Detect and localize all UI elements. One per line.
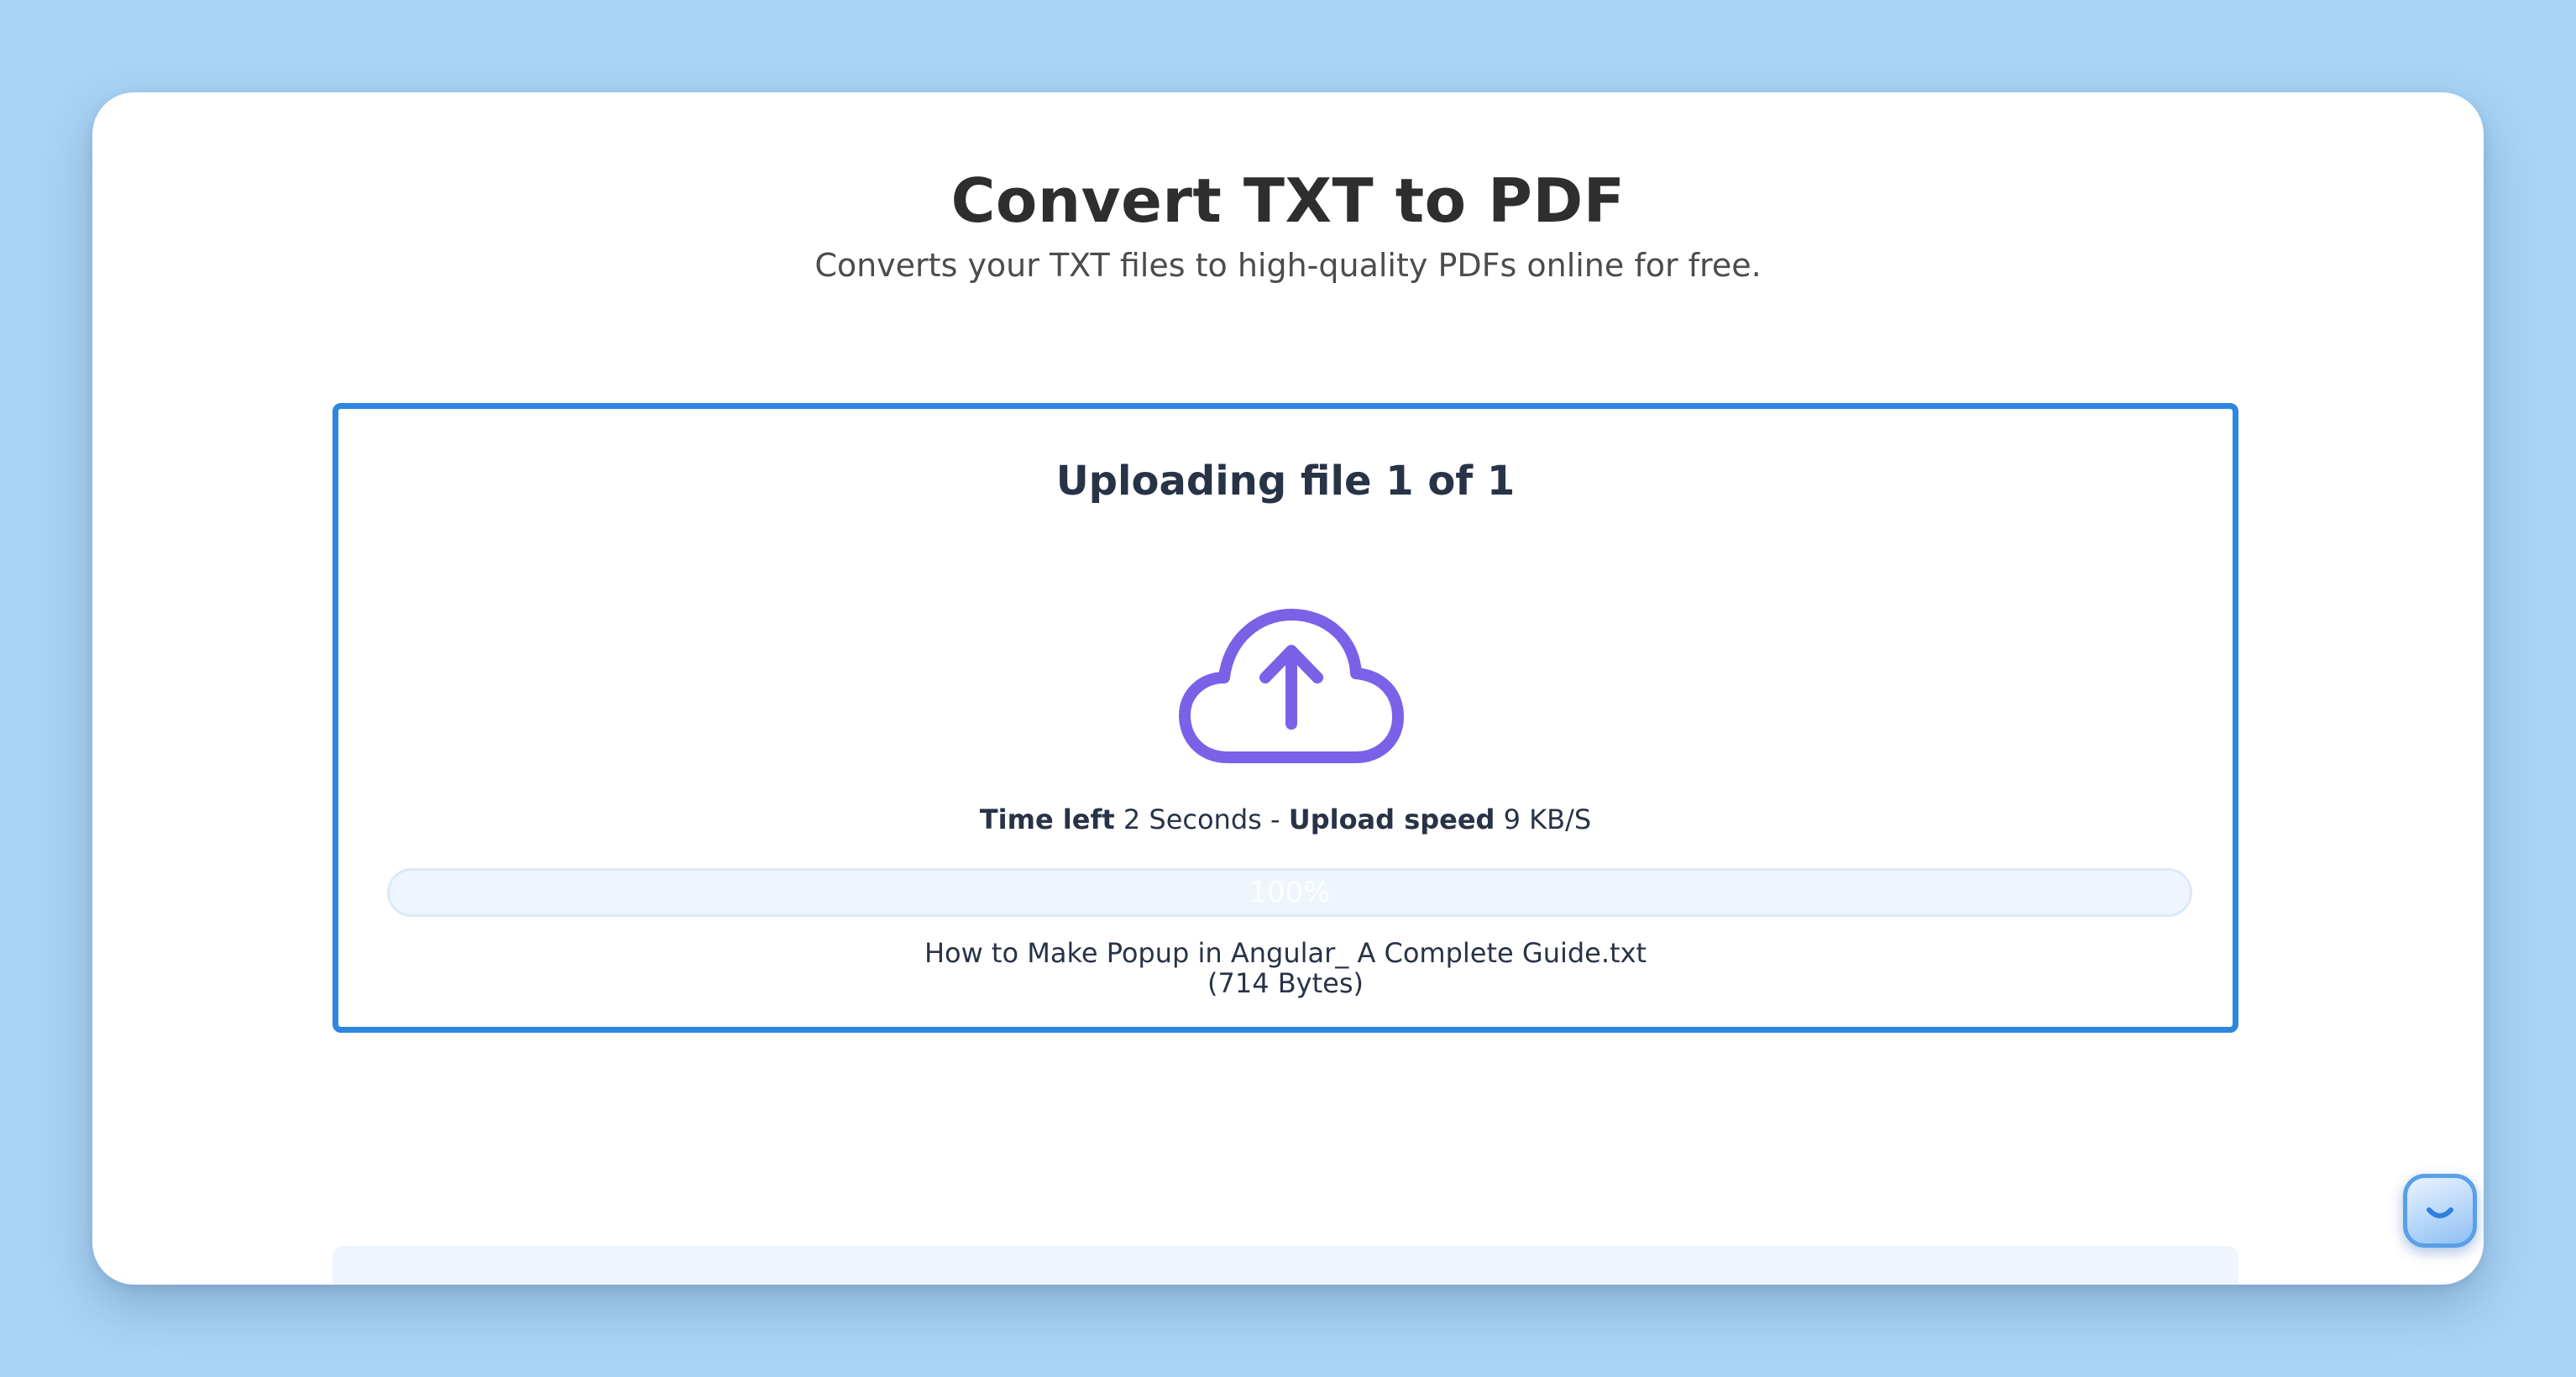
chat-widget-button[interactable] — [2403, 1174, 2477, 1248]
cloud-upload-icon — [1178, 602, 1405, 770]
upload-speed-value: 9 KB/S — [1503, 804, 1592, 835]
upload-speed-label: Upload speed — [1288, 804, 1495, 835]
time-left-value: 2 Seconds — [1123, 804, 1262, 835]
progress-percent: 100% — [1249, 876, 1331, 909]
file-size: (714 Bytes) — [1207, 967, 1364, 999]
upload-stats: Time left 2 Seconds - Upload speed 9 KB/… — [338, 804, 2233, 835]
upload-panel: Uploading file 1 of 1 Time left 2 Second… — [332, 403, 2238, 1033]
chat-smile-icon — [2427, 1207, 2453, 1218]
time-left-label: Time left — [979, 804, 1115, 835]
page-subtitle: Converts your TXT files to high-quality … — [814, 247, 1762, 284]
page-title: Convert TXT to PDF — [950, 165, 1626, 236]
file-name: How to Make Popup in Angular_ A Complete… — [924, 937, 1647, 969]
browser-window: Convert TXT to PDF Converts your TXT fil… — [92, 92, 2484, 1285]
next-section-panel — [332, 1246, 2238, 1285]
progress-bar: 100% — [387, 868, 2192, 917]
stats-separator: - — [1270, 804, 1280, 835]
upload-heading: Uploading file 1 of 1 — [1055, 458, 1516, 505]
